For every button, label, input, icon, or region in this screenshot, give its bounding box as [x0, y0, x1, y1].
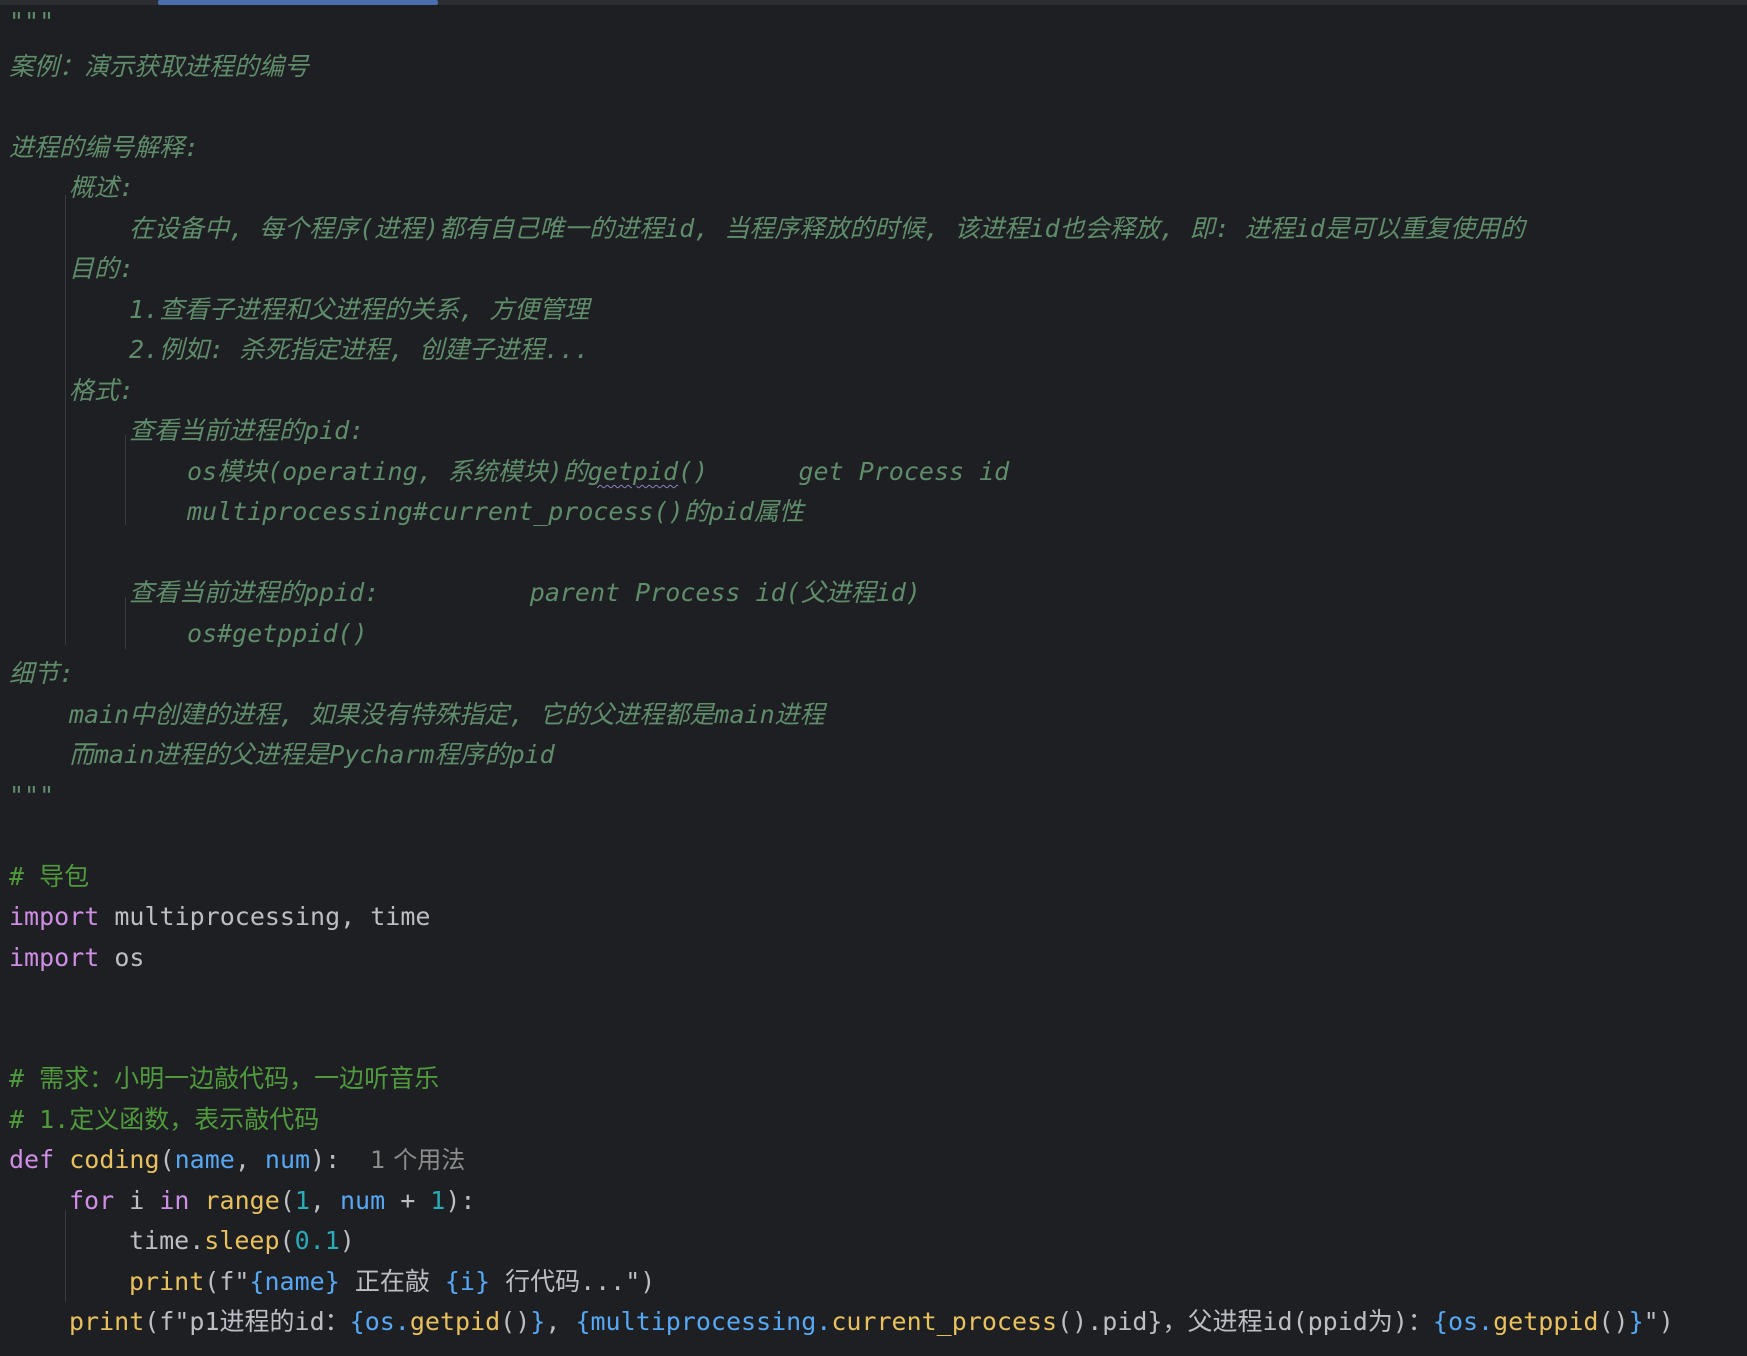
docstring-overview-text: 在设备中, 每个程序(进程)都有自己唯一的进程id, 当程序释放的时候, 该进程…: [129, 214, 1525, 243]
import-line-2: import os: [9, 938, 144, 978]
fstring-lines: 行代码...: [490, 1267, 626, 1296]
fstring-mp-tail: ().pid}: [1057, 1307, 1163, 1336]
fstring-getppid: getppid: [1493, 1307, 1599, 1336]
keyword-def: def: [9, 1145, 55, 1174]
docstring-overview-label: 概述:: [69, 173, 135, 202]
getpid-reference[interactable]: getpid: [588, 457, 678, 486]
docstring-format-label: 格式:: [69, 376, 135, 405]
comment-requirement: # 需求：小明一边敲代码，一边听音乐: [9, 1064, 440, 1093]
indent-guide: [65, 195, 66, 645]
docstring-ppid-os: os#getppid(): [187, 619, 368, 648]
indent-guide: [125, 597, 126, 649]
import-line-1: import multiprocessing, time: [9, 897, 430, 937]
fstring-name: name: [264, 1267, 325, 1296]
range-call: range: [204, 1186, 280, 1215]
fstring-i: {i}: [444, 1267, 491, 1296]
fstring-typing: 正在敲: [339, 1267, 445, 1296]
sleep-object: time.: [129, 1226, 205, 1255]
fstring-getpid: getpid: [409, 1307, 501, 1336]
docstring-detail-2: 而main进程的父进程是Pycharm程序的pid: [69, 740, 555, 769]
docstring-detail-1: main中创建的进程, 如果没有特殊指定, 它的父进程都是main进程: [69, 700, 825, 729]
keyword-in: in: [159, 1186, 190, 1215]
range-start: 1: [294, 1186, 310, 1215]
import-modules: os: [99, 943, 145, 972]
docstring-pid-mp: multiprocessing#current_process()的pid属性: [187, 497, 804, 526]
print-call: print: [129, 1267, 205, 1296]
docstring-purpose-1: 1.查看子进程和父进程的关系, 方便管理: [129, 295, 590, 324]
fstring-p1: p1进程的id：: [189, 1307, 350, 1336]
indent-guide: [65, 1210, 66, 1302]
range-num: num: [339, 1186, 386, 1215]
sleep-line: time.sleep(0.1): [129, 1226, 355, 1255]
print-call: print: [69, 1307, 145, 1336]
keyword-import: import: [9, 902, 100, 931]
fstring-current-process: current_process: [831, 1307, 1058, 1336]
docstring-ppid-label: 查看当前进程的ppid: parent Process id(父进程id): [129, 578, 921, 607]
usage-hint[interactable]: 1 个用法: [370, 1146, 465, 1174]
docstring-pid-label: 查看当前进程的pid:: [129, 416, 365, 445]
sleep-value: 0.1: [294, 1226, 340, 1255]
docstring-title: 案例：演示获取进程的编号: [9, 52, 310, 81]
function-name: coding: [69, 1145, 160, 1174]
pid-os-prefix: os模块(operating, 系统模块)的: [187, 457, 588, 486]
print-pid-line: print(f"p1进程的id：{os.getpid()}, {multipro…: [69, 1307, 1674, 1336]
docstring-heading: 进程的编号解释:: [9, 133, 200, 162]
docstring-pid-os: os模块(operating, 系统模块)的getpid() get Proce…: [187, 452, 1009, 492]
fstring-parent: ，父进程id(ppid为)：: [1162, 1307, 1433, 1336]
fstring-mp-obj: {multiprocessing.: [575, 1307, 832, 1336]
docstring-purpose-2: 2.例如: 杀死指定进程, 创建子进程...: [129, 335, 590, 364]
pid-os-suffix: () get Process id: [678, 457, 1010, 486]
keyword-import: import: [9, 943, 100, 972]
import-modules: multiprocessing, time: [99, 902, 431, 931]
horizontal-scrollbar[interactable]: [0, 0, 1747, 5]
comment-import: # 导包: [9, 862, 90, 891]
keyword-for: for: [69, 1186, 115, 1215]
loop-variable: i: [114, 1186, 160, 1215]
for-line: for i in range(1, num + 1):: [69, 1186, 476, 1215]
docstring-purpose-label: 目的:: [69, 254, 135, 283]
print-typing-line: print(f"{name} 正在敲 {i} 行代码..."): [129, 1267, 656, 1296]
range-offset: 1: [430, 1186, 446, 1215]
fstring-os-obj: {os.: [349, 1307, 410, 1336]
indent-guide: [125, 435, 126, 525]
param-num: num: [264, 1145, 311, 1174]
param-name: name: [174, 1145, 235, 1174]
sleep-call: sleep: [204, 1226, 280, 1255]
def-line: def coding(name, num): 1 个用法: [9, 1145, 466, 1174]
docstring-close: """: [9, 781, 55, 810]
fstring-os-obj-2: {os.: [1432, 1307, 1494, 1336]
docstring-detail-label: 细节:: [9, 659, 75, 688]
comment-define: # 1.定义函数，表示敲代码: [9, 1105, 320, 1134]
scrollbar-thumb[interactable]: [158, 0, 438, 5]
docstring-open: """: [9, 7, 55, 36]
code-editor[interactable]: """ 案例：演示获取进程的编号 进程的编号解释: 概述: 在设备中, 每个程序…: [0, 0, 1747, 1356]
